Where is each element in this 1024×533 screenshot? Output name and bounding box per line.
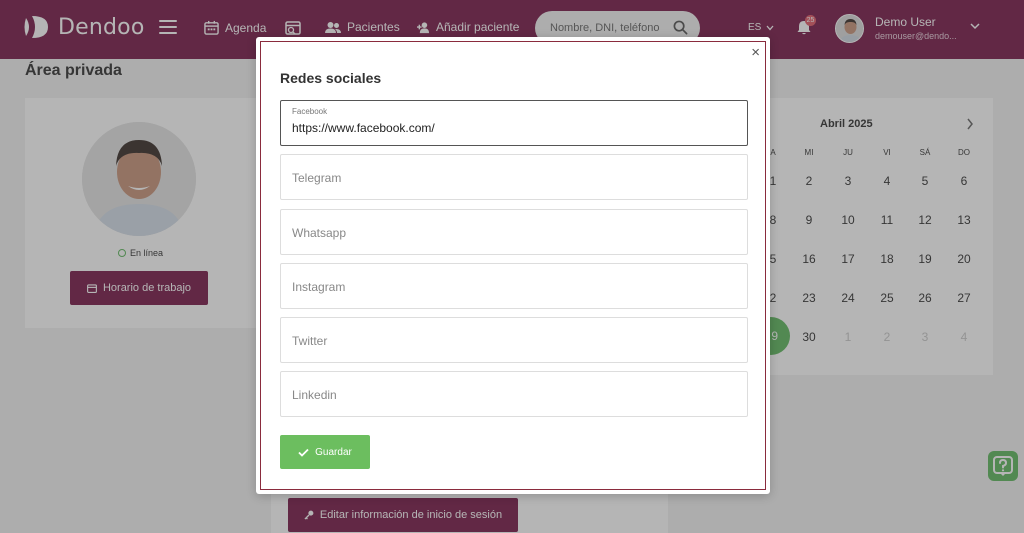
facebook-value: https://www.facebook.com/ bbox=[292, 121, 435, 135]
social-networks-modal: Redes sociales Facebook https://www.face… bbox=[256, 37, 770, 494]
whatsapp-field[interactable]: Whatsapp bbox=[280, 209, 748, 255]
twitter-placeholder: Twitter bbox=[292, 334, 328, 348]
whatsapp-placeholder: Whatsapp bbox=[292, 226, 347, 240]
twitter-field[interactable]: Twitter bbox=[280, 317, 748, 363]
facebook-field[interactable]: Facebook https://www.facebook.com/ bbox=[280, 100, 748, 146]
linkedin-placeholder: Linkedin bbox=[292, 388, 337, 402]
instagram-placeholder: Instagram bbox=[292, 280, 346, 294]
modal-title: Redes sociales bbox=[280, 70, 382, 86]
save-button[interactable]: Guardar bbox=[280, 435, 370, 469]
save-label: Guardar bbox=[315, 446, 352, 458]
facebook-label: Facebook bbox=[292, 107, 328, 116]
modal-frame: Redes sociales Facebook https://www.face… bbox=[260, 41, 766, 490]
instagram-field[interactable]: Instagram bbox=[280, 263, 748, 309]
telegram-placeholder: Telegram bbox=[292, 171, 342, 185]
linkedin-field[interactable]: Linkedin bbox=[280, 371, 748, 417]
close-icon[interactable]: × bbox=[751, 45, 760, 60]
check-icon bbox=[298, 448, 309, 457]
telegram-field[interactable]: Telegram bbox=[280, 154, 748, 200]
